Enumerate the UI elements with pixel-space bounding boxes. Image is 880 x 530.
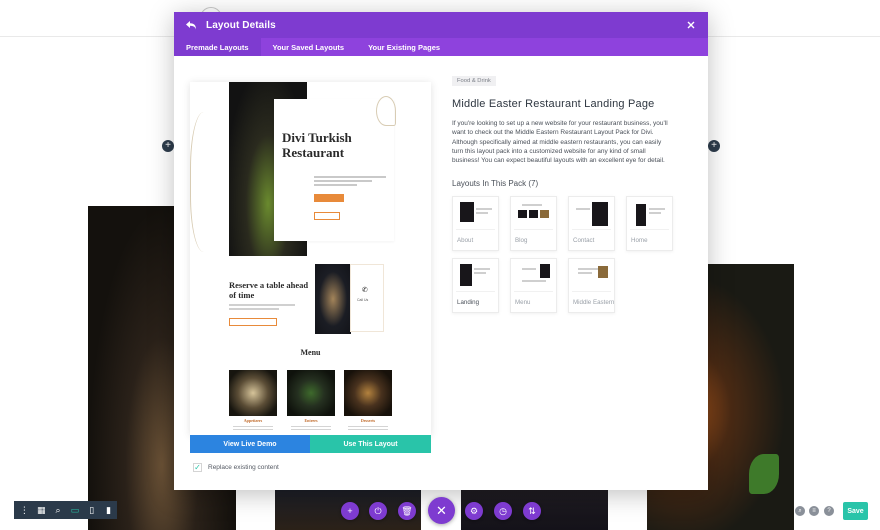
preview-menu-title: Menu <box>300 348 321 357</box>
thumb-preview <box>456 262 495 292</box>
thumb-label: Menu <box>515 299 531 306</box>
preview-reserve-title: Reserve a table ahead of time <box>229 280 309 300</box>
phone-icon: ✆ <box>362 287 368 294</box>
preview-hero-text <box>314 176 386 188</box>
preview-dish-text <box>344 424 392 432</box>
close-icon[interactable] <box>684 18 698 32</box>
use-this-layout-button[interactable]: Use This Layout <box>310 435 431 453</box>
back-arrow-icon[interactable] <box>184 18 198 32</box>
preview-cta-button <box>314 194 344 202</box>
thumb-label: Contact <box>573 237 595 244</box>
thumb-preview <box>514 262 553 292</box>
preview-actions: View Live Demo Use This Layout <box>190 435 431 453</box>
save-button[interactable]: Save <box>843 502 868 520</box>
search-icon[interactable]: ⌕ <box>795 506 805 516</box>
preview-dish-label: Appetizers <box>243 418 263 423</box>
tablet-icon[interactable]: ▯ <box>83 501 100 519</box>
modal-tabs: Premade Layouts Your Saved Layouts Your … <box>174 38 708 56</box>
pack-heading: Layouts In This Pack (7) <box>452 179 539 188</box>
replace-content-checkbox[interactable]: ✓ <box>193 463 202 472</box>
preview-dish-desserts <box>344 370 392 416</box>
preview-reserve-text <box>229 304 295 312</box>
thumb-label: Middle Eastern Restaurant <box>573 299 614 306</box>
preview-reserve-button <box>229 318 277 326</box>
view-live-demo-button[interactable]: View Live Demo <box>190 435 310 453</box>
help-icon[interactable]: ? <box>824 506 834 516</box>
power-icon[interactable]: ⏻ <box>369 502 387 520</box>
modal-body: Divi Turkish Restaurant Reserve a table … <box>174 56 708 490</box>
tab-saved-layouts[interactable]: Your Saved Layouts <box>261 38 357 56</box>
preview-dish-label: Desserts <box>360 418 376 423</box>
replace-content-label: Replace existing content <box>208 464 279 471</box>
thumb-label: Home <box>631 237 648 244</box>
preview-dish-text <box>287 424 335 432</box>
layout-thumb-middle-eastern[interactable]: Middle Eastern Restaurant <box>568 258 615 313</box>
layout-preview[interactable]: Divi Turkish Restaurant Reserve a table … <box>190 82 431 435</box>
replace-content-option: ✓ Replace existing content <box>193 463 279 472</box>
close-icon[interactable]: ✕ <box>428 497 455 524</box>
thumb-preview <box>572 262 611 292</box>
layout-thumb-contact[interactable]: Contact <box>568 196 615 251</box>
layout-title: Middle Easter Restaurant Landing Page <box>452 98 655 110</box>
add-section-left-icon[interactable]: + <box>162 140 174 152</box>
zoom-icon[interactable]: ⌕ <box>50 501 67 519</box>
preview-dish-text <box>229 424 277 432</box>
checkmark-icon: ✓ <box>194 462 201 472</box>
layout-thumb-about[interactable]: About <box>452 196 499 251</box>
thumb-label: Blog <box>515 237 528 244</box>
preview-dish-entrees <box>287 370 335 416</box>
layout-thumb-menu[interactable]: Menu <box>510 258 557 313</box>
phone-icon[interactable]: ▮ <box>100 501 117 519</box>
modal-title: Layout Details <box>206 19 276 31</box>
layout-details-modal: Layout Details Premade Layouts Your Save… <box>174 12 708 490</box>
thumb-label: About <box>457 237 474 244</box>
preview-dish-photo <box>315 264 351 334</box>
leaf-decoration <box>749 454 779 494</box>
preview-dish-label: Entrees <box>304 418 318 423</box>
layout-thumb-landing[interactable]: Landing <box>452 258 499 313</box>
thumb-preview <box>630 200 669 230</box>
view-mode-toolbar: ⋮ ▦ ⌕ ▭ ▯ ▮ <box>14 501 117 519</box>
tab-existing-pages[interactable]: Your Existing Pages <box>356 38 452 56</box>
portability-icon[interactable]: ⇅ <box>523 502 541 520</box>
preview-hero-title: Divi Turkish Restaurant <box>282 130 352 160</box>
olive-branch-decoration <box>190 112 224 252</box>
trash-icon[interactable]: 🗑 <box>398 502 416 520</box>
layout-thumb-blog[interactable]: Blog <box>510 196 557 251</box>
flower-decoration <box>376 96 396 126</box>
wireframe-icon[interactable]: ▦ <box>33 501 50 519</box>
preview-call-text: Call Us <box>357 298 369 302</box>
thumb-preview <box>456 200 495 230</box>
thumb-label: Landing <box>457 299 480 306</box>
category-tag: Food & Drink <box>452 76 496 86</box>
layers-icon[interactable]: ≡ <box>809 506 819 516</box>
layout-thumb-home[interactable]: Home <box>626 196 673 251</box>
thumb-preview <box>514 200 553 230</box>
preview-dish-appetizers <box>229 370 277 416</box>
layout-description: If you're looking to set up a new websit… <box>452 120 668 165</box>
desktop-icon[interactable]: ▭ <box>66 501 83 519</box>
more-vertical-icon[interactable]: ⋮ <box>16 501 33 519</box>
tab-premade-layouts[interactable]: Premade Layouts <box>174 38 261 56</box>
add-section-right-icon[interactable]: + <box>708 140 720 152</box>
preview-secondary-button <box>314 212 340 220</box>
thumb-preview <box>572 200 611 230</box>
modal-header: Layout Details <box>174 12 708 38</box>
settings-icon[interactable]: ⚙ <box>465 502 483 520</box>
history-icon[interactable]: ◷ <box>494 502 512 520</box>
add-icon[interactable]: + <box>341 502 359 520</box>
